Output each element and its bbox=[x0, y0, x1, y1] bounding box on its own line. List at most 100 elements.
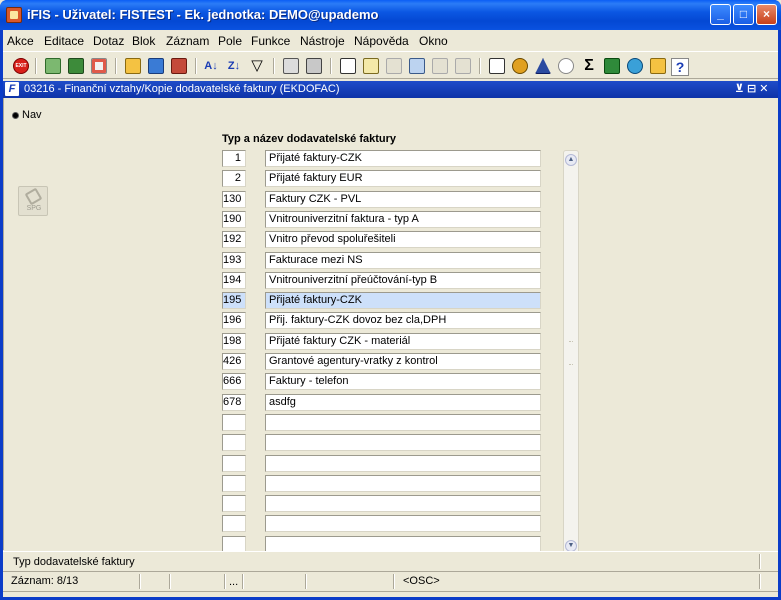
form-window-controls[interactable]: ⊻ ⊟ ✕ bbox=[735, 82, 768, 95]
invoice-type-code-field[interactable]: 426 bbox=[222, 353, 246, 370]
invoice-type-name-field[interactable]: Fakturace mezi NS bbox=[265, 252, 541, 269]
table-row[interactable]: 2 Přijaté faktury EUR bbox=[222, 170, 544, 188]
invoice-type-code-field[interactable] bbox=[222, 515, 246, 532]
query-execute-button[interactable] bbox=[146, 56, 166, 76]
invoice-type-code-field[interactable] bbox=[222, 495, 246, 512]
report-button[interactable] bbox=[487, 56, 507, 76]
table-row[interactable] bbox=[222, 414, 544, 432]
invoice-type-code-field[interactable]: 190 bbox=[222, 211, 246, 228]
columns-button[interactable] bbox=[453, 56, 473, 76]
invoice-type-code-field[interactable]: 195 bbox=[222, 292, 246, 309]
sort-asc-icon[interactable]: A↓ bbox=[201, 56, 221, 76]
minimize-button[interactable]: _ bbox=[710, 4, 731, 25]
table-row[interactable]: 190 Vnitrouniverzitní faktura - typ A bbox=[222, 211, 544, 229]
table-row[interactable] bbox=[222, 475, 544, 493]
table-row[interactable]: 198 Přijaté faktury CZK - materiál bbox=[222, 333, 544, 351]
exit-button[interactable]: EXIT bbox=[11, 56, 31, 76]
invoice-type-name-field[interactable]: Přijaté faktury CZK - materiál bbox=[265, 333, 541, 350]
menu-napoveda[interactable]: Nápověda bbox=[354, 34, 409, 48]
invoice-type-name-field[interactable] bbox=[265, 495, 541, 512]
copy-button[interactable] bbox=[361, 56, 381, 76]
excel-button[interactable] bbox=[602, 56, 622, 76]
invoice-type-name-field[interactable]: Přij. faktury-CZK dovoz bez cla,DPH bbox=[265, 312, 541, 329]
menu-pole[interactable]: Pole bbox=[218, 34, 242, 48]
table-row[interactable] bbox=[222, 434, 544, 452]
table-row[interactable] bbox=[222, 515, 544, 533]
paste-button[interactable] bbox=[384, 56, 404, 76]
query-cancel-button[interactable] bbox=[169, 56, 189, 76]
table-row[interactable]: 195 Přijaté faktury-CZK bbox=[222, 292, 544, 310]
invoice-type-name-field[interactable]: Faktury CZK - PVL bbox=[265, 191, 541, 208]
invoice-type-name-field[interactable]: asdfg bbox=[265, 394, 541, 411]
table-row[interactable]: 192 Vnitro převod spoluřešiteli bbox=[222, 231, 544, 249]
invoice-type-name-field[interactable]: Přijaté faktury-CZK bbox=[265, 292, 541, 309]
assistant-button[interactable] bbox=[648, 56, 668, 76]
warning-button[interactable] bbox=[533, 56, 553, 76]
invoice-type-code-field[interactable] bbox=[222, 455, 246, 472]
cut-button[interactable] bbox=[338, 56, 358, 76]
table-row[interactable]: 196 Přij. faktury-CZK dovoz bez cla,DPH bbox=[222, 312, 544, 330]
insert-record-button[interactable] bbox=[43, 56, 63, 76]
print-button[interactable] bbox=[281, 56, 301, 76]
invoice-type-code-field[interactable]: 196 bbox=[222, 312, 246, 329]
table-row[interactable]: 130 Faktury CZK - PVL bbox=[222, 191, 544, 209]
menu-editace[interactable]: Editace bbox=[44, 34, 84, 48]
save-button[interactable] bbox=[66, 56, 86, 76]
table-row[interactable]: 426 Grantové agentury-vratky z kontrol bbox=[222, 353, 544, 371]
tools-button[interactable] bbox=[510, 56, 530, 76]
scroll-grip[interactable] bbox=[569, 341, 573, 365]
invoice-type-name-field[interactable]: Faktury - telefon bbox=[265, 373, 541, 390]
filter-icon[interactable]: ▽ bbox=[247, 56, 267, 76]
form-title-bar[interactable]: F 03216 - Finanční vztahy/Kopie dodavate… bbox=[3, 81, 778, 98]
invoice-type-code-field[interactable] bbox=[222, 434, 246, 451]
menu-okno[interactable]: Okno bbox=[419, 34, 448, 48]
invoice-type-name-field[interactable] bbox=[265, 414, 541, 431]
menu-blok[interactable]: Blok bbox=[132, 34, 155, 48]
nav-radio[interactable] bbox=[12, 112, 19, 119]
menu-akce[interactable]: Akce bbox=[7, 34, 34, 48]
browser-button[interactable] bbox=[625, 56, 645, 76]
invoice-type-name-field[interactable]: Vnitrouniverzitní faktura - typ A bbox=[265, 211, 541, 228]
spg-button[interactable]: SPG bbox=[18, 186, 48, 216]
invoice-type-code-field[interactable]: 666 bbox=[222, 373, 246, 390]
table-row[interactable] bbox=[222, 455, 544, 473]
invoice-type-name-field[interactable] bbox=[265, 455, 541, 472]
invoice-type-code-field[interactable]: 193 bbox=[222, 252, 246, 269]
table-row[interactable]: 678 asdfg bbox=[222, 394, 544, 412]
invoice-type-code-field[interactable]: 1 bbox=[222, 150, 246, 167]
sort-desc-icon[interactable]: Z↓ bbox=[224, 56, 244, 76]
scroll-up-icon[interactable]: ▲ bbox=[565, 154, 577, 166]
find-button[interactable] bbox=[407, 56, 427, 76]
list-button[interactable] bbox=[430, 56, 450, 76]
table-row[interactable]: 194 Vnitrouniverzitní přeúčtování-typ B bbox=[222, 272, 544, 290]
menu-funkce[interactable]: Funkce bbox=[251, 34, 290, 48]
title-bar[interactable]: iFIS - Uživatel: FISTEST - Ek. jednotka:… bbox=[0, 0, 781, 30]
clock-button[interactable] bbox=[556, 56, 576, 76]
menu-zaznam[interactable]: Záznam bbox=[166, 34, 209, 48]
query-enter-button[interactable] bbox=[123, 56, 143, 76]
invoice-type-code-field[interactable]: 130 bbox=[222, 191, 246, 208]
help-icon[interactable]: ? bbox=[671, 58, 689, 76]
invoice-type-code-field[interactable]: 198 bbox=[222, 333, 246, 350]
table-row[interactable]: 193 Fakturace mezi NS bbox=[222, 252, 544, 270]
invoice-type-name-field[interactable]: Vnitro převod spoluřešiteli bbox=[265, 231, 541, 248]
sum-icon[interactable]: Σ bbox=[579, 56, 599, 76]
invoice-type-code-field[interactable] bbox=[222, 475, 246, 492]
invoice-type-name-field[interactable] bbox=[265, 434, 541, 451]
invoice-type-code-field[interactable]: 2 bbox=[222, 170, 246, 187]
invoice-type-code-field[interactable]: 678 bbox=[222, 394, 246, 411]
invoice-type-name-field[interactable]: Přijaté faktury-CZK bbox=[265, 150, 541, 167]
invoice-type-name-field[interactable] bbox=[265, 475, 541, 492]
invoice-type-code-field[interactable]: 192 bbox=[222, 231, 246, 248]
invoice-type-code-field[interactable]: 194 bbox=[222, 272, 246, 289]
print-preview-button[interactable] bbox=[304, 56, 324, 76]
invoice-type-name-field[interactable]: Vnitrouniverzitní přeúčtování-typ B bbox=[265, 272, 541, 289]
table-row[interactable]: 1 Přijaté faktury-CZK bbox=[222, 150, 544, 168]
table-row[interactable]: 666 Faktury - telefon bbox=[222, 373, 544, 391]
maximize-button[interactable]: □ bbox=[733, 4, 754, 25]
close-button[interactable]: × bbox=[756, 4, 777, 25]
invoice-type-code-field[interactable] bbox=[222, 414, 246, 431]
delete-record-button[interactable] bbox=[89, 56, 109, 76]
menu-dotaz[interactable]: Dotaz bbox=[93, 34, 124, 48]
invoice-type-name-field[interactable] bbox=[265, 515, 541, 532]
